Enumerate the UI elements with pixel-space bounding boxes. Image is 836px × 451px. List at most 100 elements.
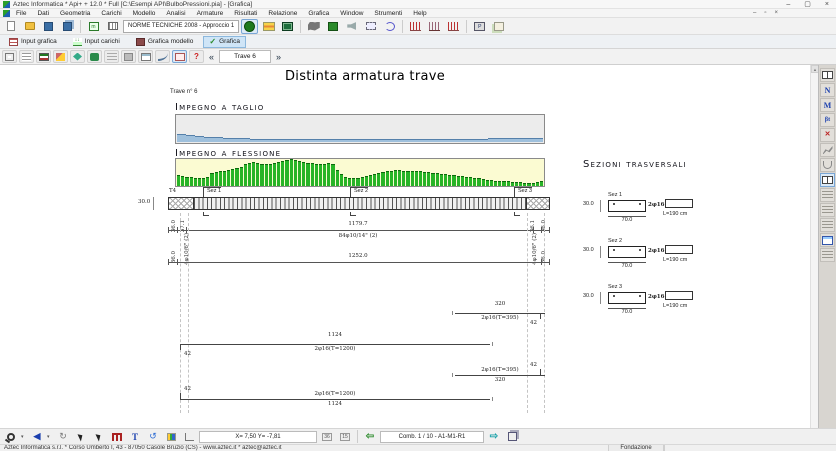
rotate-view-button[interactable]: ↻	[55, 430, 71, 443]
tab-grafica-modello[interactable]: Grafica modello	[130, 36, 200, 48]
ruler-button[interactable]: 36	[319, 430, 335, 443]
close-icon[interactable]: ×	[825, 0, 829, 9]
frame-button[interactable]	[2, 50, 17, 63]
menu-file[interactable]: File	[11, 10, 31, 17]
export-button[interactable]	[490, 19, 507, 34]
prev-comb-button[interactable]: ⇦	[362, 430, 378, 443]
open-button[interactable]	[21, 19, 38, 34]
menu-risultati[interactable]: Risultati	[229, 10, 262, 17]
fence-3-button[interactable]	[445, 19, 462, 34]
grid-button[interactable]	[19, 50, 34, 63]
prev-trave-button[interactable]: «	[206, 52, 217, 62]
print-button[interactable]: P	[471, 19, 488, 34]
text-tool-button[interactable]: T	[127, 430, 143, 443]
menu-analisi[interactable]: Analisi	[161, 10, 190, 17]
layer-2-button[interactable]	[820, 203, 835, 217]
cut-button[interactable]: ✕	[820, 128, 835, 142]
brush-button[interactable]	[53, 50, 68, 63]
gray-square-button[interactable]	[121, 50, 136, 63]
zoom-button[interactable]	[3, 430, 19, 443]
section-view-button[interactable]	[36, 50, 51, 63]
units-button[interactable]: m	[85, 19, 102, 34]
fence-1-button[interactable]	[407, 19, 424, 34]
restore-icon[interactable]: ▢	[804, 0, 811, 9]
batch-button[interactable]	[305, 19, 322, 34]
refresh-button[interactable]	[381, 19, 398, 34]
zoom-dropdown-icon[interactable]: ▾	[21, 434, 27, 440]
hand-button[interactable]	[87, 50, 102, 63]
vertical-scrollbar[interactable]: ▲	[810, 65, 818, 428]
refresh-view-button[interactable]: ↺	[145, 430, 161, 443]
back-view-button[interactable]: ◀	[29, 430, 45, 443]
hatch-button[interactable]	[109, 430, 125, 443]
mesh-button[interactable]	[279, 19, 296, 34]
grid-table-button[interactable]: 15	[337, 430, 353, 443]
chart-tool-button[interactable]	[163, 430, 179, 443]
tab-grafica[interactable]: ✓ Grafica	[203, 36, 246, 48]
layer-1-button[interactable]	[820, 188, 835, 202]
menu-window[interactable]: Window	[335, 10, 368, 17]
torsion-t-button[interactable]: βt	[820, 113, 835, 127]
analysis-run-button[interactable]	[241, 19, 258, 34]
gray-lines-button[interactable]	[104, 50, 119, 63]
menu-geometria[interactable]: Geometria	[55, 10, 95, 17]
menu-strumenti[interactable]: Strumenti	[369, 10, 407, 17]
moment-m-button[interactable]: M	[820, 98, 835, 112]
fence-2-button[interactable]	[426, 19, 443, 34]
selection-button[interactable]	[362, 19, 379, 34]
pan-button[interactable]	[70, 50, 85, 63]
moment-m-icon: M	[824, 101, 832, 110]
back-dropdown-icon[interactable]: ▾	[47, 434, 53, 440]
select-button[interactable]	[91, 430, 107, 443]
axial-n-button[interactable]: N	[820, 83, 835, 97]
tab-input-grafica[interactable]: Input grafica	[3, 36, 63, 48]
notify-button[interactable]	[343, 19, 360, 34]
taglio-segment	[186, 135, 195, 142]
help-button[interactable]: ?	[189, 50, 204, 63]
tool-button[interactable]	[820, 143, 835, 157]
section-colors-button[interactable]	[260, 19, 277, 34]
menu-armature[interactable]: Armature	[192, 10, 229, 17]
sections-pair-button[interactable]	[820, 173, 835, 187]
menu-dati[interactable]: Dati	[32, 10, 54, 17]
save-all-button[interactable]	[59, 19, 76, 34]
next-comb-button[interactable]: ⇨	[486, 430, 502, 443]
distinta-button[interactable]	[172, 50, 187, 63]
flessione-bar	[448, 175, 451, 186]
grid-table-icon: 15	[340, 433, 350, 441]
norme-combobox[interactable]: NORME TECNICHE 2008 - Approccio 1	[123, 20, 239, 33]
layer-4-button[interactable]	[820, 248, 835, 262]
child-close-icon[interactable]: ×	[774, 10, 778, 16]
trave-tab[interactable]: Trave 6	[219, 50, 271, 63]
menu-help[interactable]: Help	[408, 10, 431, 17]
lines-icon	[107, 53, 117, 61]
new-document-button[interactable]	[2, 19, 19, 34]
minimize-icon[interactable]: –	[786, 0, 790, 9]
rebar-length: 1124	[180, 332, 490, 338]
child-minimize-icon[interactable]: –	[753, 10, 756, 16]
table-blue-button[interactable]	[820, 233, 835, 247]
curve-button[interactable]	[155, 50, 170, 63]
green-module-button[interactable]	[324, 19, 341, 34]
flessione-bar	[498, 181, 501, 186]
stirrup-tool-button[interactable]	[820, 68, 835, 82]
help-icon: ?	[194, 53, 199, 61]
orbit-button[interactable]	[73, 430, 89, 443]
tab-input-carichi[interactable]: ↓↓ Input carichi	[67, 36, 126, 48]
combination-combobox[interactable]: Comb. 1 / 10 - A1-M1-R1	[380, 431, 484, 443]
save-button[interactable]	[40, 19, 57, 34]
tab-label: Input carichi	[85, 38, 120, 45]
child-restore-icon[interactable]: ▫	[764, 10, 766, 16]
drawing-canvas[interactable]: Distinta armatura trave Trave n° 6 Impeg…	[0, 65, 810, 428]
hook-button[interactable]	[820, 158, 835, 172]
next-trave-button[interactable]: »	[273, 52, 284, 62]
menu-grafica[interactable]: Grafica	[303, 10, 334, 17]
angle-tool-button[interactable]	[181, 430, 197, 443]
menu-modello[interactable]: Modello	[128, 10, 161, 17]
menu-relazione[interactable]: Relazione	[263, 10, 302, 17]
table-view-button[interactable]	[138, 50, 153, 63]
copy-button[interactable]	[504, 430, 520, 443]
menu-carichi[interactable]: Carichi	[96, 10, 126, 17]
layer-3-button[interactable]	[820, 218, 835, 232]
capture-button[interactable]	[104, 19, 121, 34]
